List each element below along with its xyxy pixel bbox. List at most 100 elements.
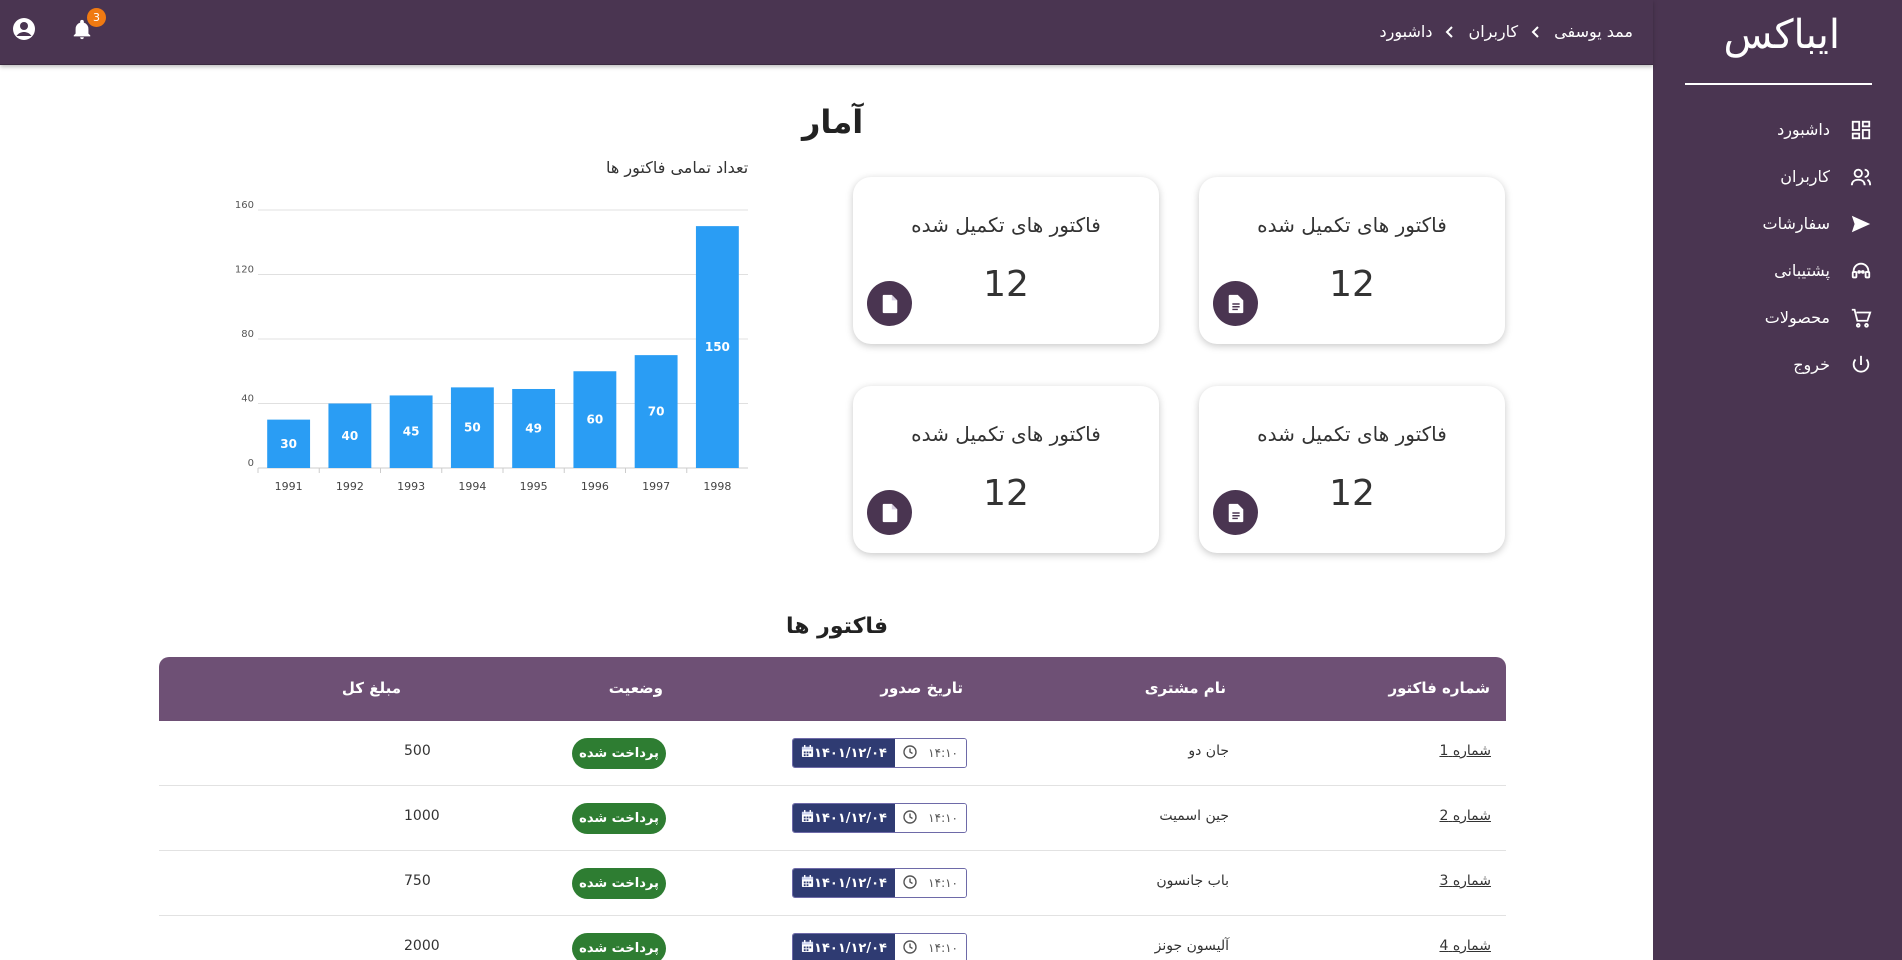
issue-date: ۱۴۰۱/۱۲/۰۴ (793, 869, 895, 897)
issue-date-value: ۱۴۰۱/۱۲/۰۴ (814, 940, 887, 956)
y-tick-label: 80 (241, 329, 254, 340)
y-tick-label: 0 (248, 458, 254, 469)
header-actions: 3 (10, 8, 106, 45)
issue-time-value: ۱۴:۱۰ (928, 941, 958, 955)
breadcrumb-item-dashboard[interactable]: داشبورد (1380, 22, 1433, 41)
invoice-total: 1000 (404, 808, 440, 824)
stats-title: آمار (802, 103, 864, 141)
issue-date-value: ۱۴۰۱/۱۲/۰۴ (814, 810, 887, 826)
account-button[interactable] (10, 17, 38, 45)
clock-icon (903, 874, 917, 892)
stat-card-title: فاکتور های تکمیل شده (1257, 422, 1447, 446)
invoice-number-link[interactable]: شماره 4 (1439, 938, 1491, 954)
issue-time: ۱۴:۱۰ (895, 739, 966, 767)
file-text-icon (1213, 490, 1258, 535)
column-header-total[interactable]: مبلغ کل (342, 679, 401, 697)
file-icon (867, 281, 912, 326)
bar-value-label: 49 (525, 421, 542, 435)
issue-date-value: ۱۴۰۱/۱۲/۰۴ (814, 745, 887, 761)
clock-icon (903, 939, 917, 957)
calendar-icon (801, 939, 814, 957)
sidebar-item-orders[interactable]: سفارشات (1653, 200, 1902, 247)
stat-card: فاکتور های تکمیل شده 12 (1199, 177, 1505, 344)
x-tick-label: 1994 (458, 480, 486, 493)
invoices-title: فاکتور ها (786, 614, 889, 639)
notifications-button[interactable]: 3 (68, 8, 106, 45)
issue-time-value: ۱۴:۱۰ (928, 811, 958, 825)
chart-title: تعداد تمامی فاکتور ها (606, 158, 749, 177)
sidebar-item-products[interactable]: محصولات (1653, 294, 1902, 341)
sidebar-item-label: خروج (1793, 355, 1830, 374)
file-text-icon (1213, 281, 1258, 326)
issue-time: ۱۴:۱۰ (895, 804, 966, 832)
status-badge: پرداخت شده (572, 933, 666, 960)
calendar-icon (801, 744, 814, 762)
bar-value-label: 60 (587, 413, 604, 427)
send-icon (1848, 211, 1874, 237)
account-circle-icon (12, 17, 36, 45)
table-row: شماره 2 جین اسمیت ۱۴۰۱/۱۲/۰۴ ۱۴:۱۰ پرداخ… (159, 786, 1506, 851)
table-row: شماره 4 آلیسون جونز ۱۴۰۱/۱۲/۰۴ ۱۴:۱۰ پرد… (159, 916, 1506, 960)
stat-card: فاکتور های تکمیل شده 12 (853, 177, 1159, 344)
bar-value-label: 45 (403, 425, 420, 439)
bar-value-label: 150 (705, 340, 730, 354)
invoice-total: 500 (404, 743, 431, 759)
issue-date: ۱۴۰۱/۱۲/۰۴ (793, 739, 895, 767)
power-icon (1848, 352, 1874, 378)
table-row: شماره 1 جان دو ۱۴۰۱/۱۲/۰۴ ۱۴:۱۰ پرداخت ش… (159, 721, 1506, 786)
table-body: شماره 1 جان دو ۱۴۰۱/۱۲/۰۴ ۱۴:۱۰ پرداخت ش… (159, 721, 1506, 960)
table-row: شماره 3 باب جانسون ۱۴۰۱/۱۲/۰۴ ۱۴:۱۰ پردا… (159, 851, 1506, 916)
y-tick-label: 40 (241, 394, 254, 405)
sidebar-nav: داشبورد کاربران سفارشات پشتیبانی محصولات (1653, 106, 1902, 388)
users-icon (1848, 164, 1874, 190)
customer-name: جین اسمیت (1159, 808, 1229, 824)
stat-card-title: فاکتور های تکمیل شده (911, 422, 1101, 446)
bar-value-label: 50 (464, 421, 481, 435)
customer-name: آلیسون جونز (1154, 938, 1229, 954)
brand-logo: ایباکس (1723, 12, 1840, 58)
invoices-table: شماره فاکتور نام مشتری تاریخ صدور وضعیت … (159, 657, 1506, 960)
sidebar-item-dashboard[interactable]: داشبورد (1653, 106, 1902, 153)
chevron-left-icon (1530, 25, 1542, 39)
stat-card-title: فاکتور های تکمیل شده (1257, 213, 1447, 237)
column-header-number[interactable]: شماره فاکتور (1389, 679, 1491, 697)
x-tick-label: 1993 (397, 480, 425, 493)
sidebar-item-label: محصولات (1764, 308, 1830, 327)
dashboard-icon (1848, 117, 1874, 143)
customer-name: باب جانسون (1156, 873, 1229, 889)
sidebar-item-support[interactable]: پشتیبانی (1653, 247, 1902, 294)
issue-date-chip: ۱۴۰۱/۱۲/۰۴ ۱۴:۱۰ (792, 738, 967, 768)
breadcrumb: داشبورد کاربران ممد یوسفی (1380, 22, 1633, 41)
status-badge: پرداخت شده (572, 803, 666, 834)
sidebar-item-label: سفارشات (1762, 214, 1830, 233)
x-tick-label: 1998 (703, 480, 731, 493)
sidebar-item-users[interactable]: کاربران (1653, 153, 1902, 200)
invoice-number-link[interactable]: شماره 2 (1439, 808, 1491, 824)
stat-card: فاکتور های تکمیل شده 12 (1199, 386, 1505, 553)
status-badge: پرداخت شده (572, 868, 666, 899)
calendar-icon (801, 874, 814, 892)
breadcrumb-item-users[interactable]: کاربران (1468, 22, 1518, 41)
stat-card-title: فاکتور های تکمیل شده (911, 213, 1101, 237)
issue-date-chip: ۱۴۰۱/۱۲/۰۴ ۱۴:۱۰ (792, 868, 967, 898)
x-tick-label: 1997 (642, 480, 670, 493)
issue-date: ۱۴۰۱/۱۲/۰۴ (793, 804, 895, 832)
column-header-customer[interactable]: نام مشتری (1145, 679, 1226, 697)
calendar-icon (801, 809, 814, 827)
x-tick-label: 1991 (275, 480, 303, 493)
column-header-status[interactable]: وضعیت (609, 679, 663, 697)
invoice-total: 2000 (404, 938, 440, 954)
column-header-date[interactable]: تاریخ صدور (880, 679, 963, 697)
clock-icon (903, 809, 917, 827)
customer-name: جان دو (1188, 743, 1229, 759)
bar-value-label: 30 (280, 437, 297, 451)
invoice-number-link[interactable]: شماره 3 (1439, 873, 1491, 889)
issue-date-value: ۱۴۰۱/۱۲/۰۴ (814, 875, 887, 891)
chevron-left-icon (1444, 25, 1456, 39)
notification-badge: 3 (87, 8, 106, 27)
invoice-number-link[interactable]: شماره 1 (1439, 743, 1491, 759)
sidebar-item-logout[interactable]: خروج (1653, 341, 1902, 388)
issue-time: ۱۴:۱۰ (895, 934, 966, 960)
x-tick-label: 1995 (520, 480, 548, 493)
bar-value-label: 40 (342, 429, 359, 443)
